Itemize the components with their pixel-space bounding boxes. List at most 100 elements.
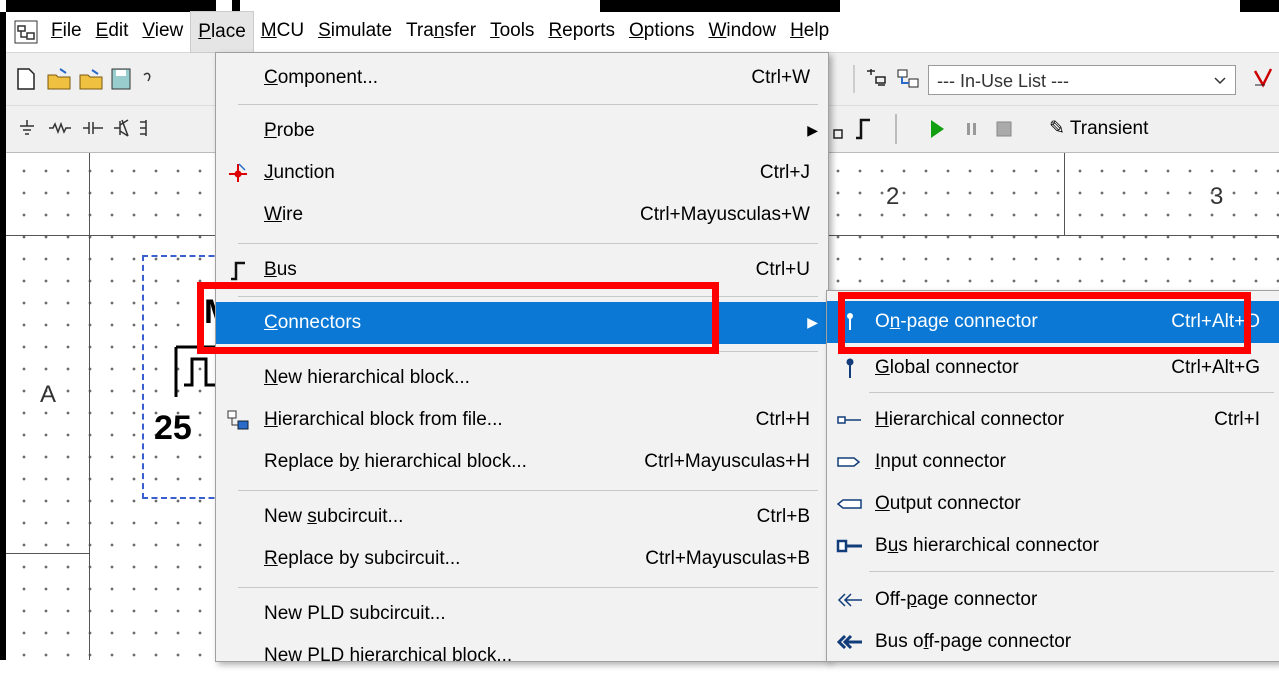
ruler-column-2: 2 [886,183,900,210]
menu-item-shortcut: Ctrl+I [1214,409,1260,430]
menu-item-label: Junction [264,162,335,183]
menu-item-label: New hierarchical block... [264,367,470,388]
menu-item-shortcut: Ctrl+J [759,162,810,183]
chevron-down-icon [1213,66,1227,105]
menu-item-replace-by-hierarchical-block[interactable]: Replace by hierarchical block... Ctrl+Ma… [216,441,828,483]
print-icon[interactable] [142,67,152,91]
submenu-arrow-icon: ▶ [807,314,818,330]
save-icon[interactable] [110,67,132,91]
menu-item-shortcut: Ctrl+Mayusculas+W [640,204,810,225]
menu-item-label: Bus [264,259,297,280]
menu-item-wire[interactable]: Wire Ctrl+Mayusculas+W [216,194,828,236]
in-use-list-value: --- In-Use List --- [937,71,1069,91]
transient-analysis-button[interactable]: ✎ Transient [1049,114,1148,144]
bus-icon [226,259,250,281]
bus-tool-icon[interactable] [832,116,846,142]
menu-item-label: Wire [264,204,304,225]
menu-options[interactable]: Options [622,11,701,51]
menu-item-shortcut: Ctrl+U [755,259,810,280]
menu-item-shortcut: Ctrl+Mayusculas+H [644,451,810,472]
menu-item-label: Global connector [875,357,1019,378]
menu-transfer[interactable]: Transfer [399,11,483,51]
menu-item-label: New PLD subcircuit... [264,603,446,624]
pen-icon: ✎ [1049,118,1065,139]
submenu-item-bus-hierarchical-connector[interactable]: Bus hierarchical connector [827,525,1279,567]
menu-item-new-pld-hierarchical-block[interactable]: New PLD hierarchical block... [216,635,828,677]
open-folder-icon[interactable] [46,67,72,91]
menu-item-label: Off-page connector [875,589,1038,610]
ruler-row-a: A [40,381,57,408]
transient-label: Transient [1069,118,1149,139]
resistor-icon[interactable] [48,118,72,138]
stop-simulation-icon[interactable] [994,118,1014,140]
menu-item-shortcut: Ctrl+Alt+G [1171,357,1260,378]
menu-edit[interactable]: Edit [89,11,136,51]
place-menu: Component... Ctrl+W Probe ▶ Junction Ctr… [215,52,829,666]
open-recent-icon[interactable] [78,67,104,91]
menu-item-label: Probe [264,120,315,141]
hierarchical-block-icon [226,409,250,431]
submenu-arrow-icon: ▶ [807,122,818,138]
menu-item-label: Replace by subcircuit... [264,548,461,569]
erc-icon[interactable] [1252,67,1274,91]
component-value: 25 [154,409,192,447]
menu-view[interactable]: View [135,11,190,51]
component-wizard-icon[interactable] [864,67,888,91]
menu-item-label: Output connector [875,493,1021,514]
menu-item-junction[interactable]: Junction Ctrl+J [216,152,828,194]
menu-item-label: Input connector [875,451,1006,472]
diode-icon[interactable] [82,118,104,138]
toolbar-separator-2 [894,112,898,146]
menu-help[interactable]: Help [783,11,836,51]
menu-item-label: Bus hierarchical connector [875,535,1099,556]
pause-simulation-icon[interactable] [964,118,980,140]
menu-item-label: New PLD hierarchical block... [264,645,513,666]
menu-item-label: Hierarchical connector [875,409,1065,430]
menu-item-shortcut: Ctrl+W [751,67,810,88]
menu-item-new-pld-subcircuit[interactable]: New PLD subcircuit... [216,593,828,635]
highlight-connectors [197,282,719,354]
menu-simulate[interactable]: Simulate [311,11,399,51]
in-use-list-select[interactable]: --- In-Use List --- [928,65,1236,95]
analog-icon[interactable] [138,118,150,138]
menu-item-shortcut: Ctrl+B [756,506,810,527]
menu-item-probe[interactable]: Probe ▶ [216,110,828,152]
run-simulation-icon[interactable] [928,118,946,140]
ruler-column-3: 3 [1210,183,1224,210]
pulse-icon[interactable] [854,116,874,142]
menu-item-new-hierarchical-block[interactable]: New hierarchical block... [216,357,828,399]
bus-off-page-connector-icon [835,631,865,653]
ruler-left-border [89,153,90,660]
off-page-connector-icon [835,589,865,611]
menu-item-component[interactable]: Component... Ctrl+W [216,57,828,99]
database-manager-icon[interactable] [896,67,920,91]
submenu-item-bus-off-page-connector[interactable]: Bus off-page connector [827,621,1279,663]
menu-item-shortcut: Ctrl+H [755,409,810,430]
menu-separator [238,104,818,105]
menu-item-hierarchical-block-from-file[interactable]: Hierarchical block from file... Ctrl+H [216,399,828,441]
menu-item-new-subcircuit[interactable]: New subcircuit... Ctrl+B [216,496,828,538]
hierarchical-connector-icon [835,409,865,431]
menu-place[interactable]: Place [190,11,254,53]
junction-icon [226,162,250,184]
menu-window[interactable]: Window [701,11,783,51]
global-connector-icon [835,357,865,379]
menu-separator [869,392,1274,393]
submenu-item-off-page-connector[interactable]: Off-page connector [827,579,1279,621]
menu-tools[interactable]: Tools [483,11,541,51]
menu-bar: File Edit View Place MCU Simulate Transfer Tool… [6,11,1279,53]
output-connector-icon [835,493,865,515]
app-icon[interactable] [14,20,38,44]
menu-mcu[interactable]: MCU [254,11,311,51]
menu-file[interactable]: File [44,11,89,51]
new-file-icon[interactable] [16,67,36,91]
transistor-icon[interactable] [112,118,134,138]
menu-separator [238,243,818,244]
submenu-item-input-connector[interactable]: Input connector [827,441,1279,483]
ground-icon[interactable] [18,118,36,138]
submenu-item-output-connector[interactable]: Output connector [827,483,1279,525]
menu-item-label: Replace by hierarchical block... [264,451,527,472]
menu-reports[interactable]: Reports [541,11,622,51]
menu-item-replace-by-subcircuit[interactable]: Replace by subcircuit... Ctrl+Mayusculas… [216,538,828,580]
submenu-item-hierarchical-connector[interactable]: Hierarchical connector Ctrl+I [827,399,1279,441]
